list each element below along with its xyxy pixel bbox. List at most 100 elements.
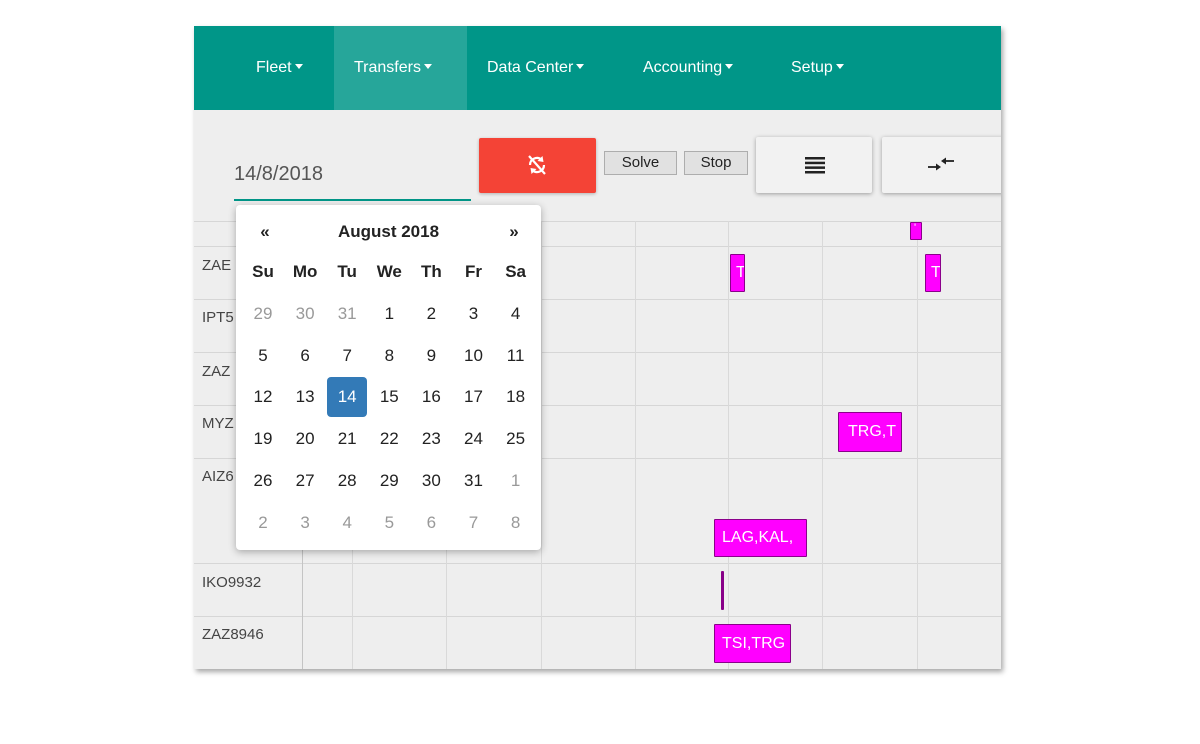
collapse-button[interactable] <box>882 137 1001 193</box>
day-cell-selected[interactable]: 14 <box>327 377 368 418</box>
time-gridline <box>635 221 636 669</box>
day-cell[interactable]: 3 <box>454 294 494 334</box>
day-cell[interactable]: 27 <box>285 461 325 501</box>
time-gridline <box>728 221 729 669</box>
time-gridline <box>541 221 542 669</box>
day-cell[interactable]: 7 <box>454 503 494 543</box>
row-label: AIZ6 <box>202 468 234 485</box>
nav-setup-label: Setup <box>791 59 833 76</box>
transfer-block[interactable]: LAG,KAL, <box>714 519 807 557</box>
day-cell[interactable]: 21 <box>327 419 367 459</box>
row-label: IKO9932 <box>202 574 262 591</box>
weekday-header: Mo <box>292 262 318 281</box>
solve-button[interactable]: Solve <box>604 151 677 175</box>
list-icon <box>805 157 825 174</box>
nav-fleet-label: Fleet <box>256 59 292 76</box>
transfer-block[interactable]: TRG,T <box>838 412 902 452</box>
day-cell[interactable]: 31 <box>327 294 367 334</box>
caret-down-icon <box>725 64 734 70</box>
nav-transfers[interactable]: Transfers <box>334 26 467 110</box>
nav-accounting[interactable]: Accounting <box>643 26 734 110</box>
weekday-header: Tu <box>337 262 357 281</box>
top-navbar: Fleet Transfers Data Center Accounting S… <box>194 26 1001 110</box>
day-cell[interactable]: 5 <box>369 503 409 543</box>
day-cell[interactable]: 30 <box>285 294 325 334</box>
transfer-block[interactable]: T <box>925 254 941 292</box>
day-cell[interactable]: 30 <box>411 461 451 501</box>
weekday-header: We <box>376 262 402 281</box>
row-label: IPT5 <box>202 309 234 326</box>
day-cell[interactable]: 16 <box>411 377 451 417</box>
time-gridline <box>822 221 823 669</box>
row-label: MYZ <box>202 415 234 432</box>
day-cell[interactable]: 22 <box>369 419 409 459</box>
nav-accounting-label: Accounting <box>643 59 723 76</box>
nav-transfers-label: Transfers <box>354 59 421 76</box>
day-cell[interactable]: 5 <box>243 336 283 376</box>
nav-setup[interactable]: Setup <box>791 26 844 110</box>
transfer-block[interactable]: T <box>730 254 745 292</box>
datepicker-month-title[interactable]: August 2018 <box>296 217 481 247</box>
stop-button[interactable]: Stop <box>684 151 748 175</box>
day-cell[interactable]: 19 <box>243 419 283 459</box>
transfer-marker[interactable] <box>721 571 724 610</box>
date-input-underline <box>234 199 471 201</box>
day-cell[interactable]: 7 <box>327 336 367 376</box>
row-label: ZAZ <box>202 363 231 380</box>
weekday-header: Fr <box>465 262 482 281</box>
list-view-button[interactable] <box>756 137 872 193</box>
datepicker-next-button[interactable]: » <box>499 217 529 247</box>
day-cell[interactable]: 2 <box>243 503 283 543</box>
day-cell[interactable]: 10 <box>454 336 494 376</box>
day-cell[interactable]: 28 <box>327 461 367 501</box>
row-label: ZAE <box>202 257 232 274</box>
nav-fleet[interactable]: Fleet <box>256 26 303 110</box>
day-cell[interactable]: 20 <box>285 419 325 459</box>
transfer-block[interactable]: ' <box>910 222 922 240</box>
day-cell[interactable]: 17 <box>454 377 494 417</box>
caret-down-icon <box>423 64 432 70</box>
day-cell[interactable]: 8 <box>369 336 409 376</box>
datepicker-prev-button[interactable]: « <box>250 217 280 247</box>
transfer-block[interactable]: TSI,TRG <box>714 624 791 663</box>
day-cell[interactable]: 25 <box>496 419 536 459</box>
day-cell[interactable]: 24 <box>454 419 494 459</box>
day-cell[interactable]: 31 <box>454 461 494 501</box>
day-cell[interactable]: 11 <box>496 336 536 376</box>
refresh-button[interactable] <box>479 138 596 193</box>
day-cell[interactable]: 4 <box>327 503 367 543</box>
day-cell[interactable]: 26 <box>243 461 283 501</box>
day-cell[interactable]: 12 <box>243 377 283 417</box>
day-cell[interactable]: 1 <box>369 294 409 334</box>
time-gridline <box>917 221 918 669</box>
day-cell[interactable]: 2 <box>411 294 451 334</box>
day-cell[interactable]: 9 <box>411 336 451 376</box>
day-cell[interactable]: 6 <box>285 336 325 376</box>
day-cell[interactable]: 3 <box>285 503 325 543</box>
weekday-header: Sa <box>505 262 526 281</box>
weekday-header: Th <box>421 262 442 281</box>
day-cell[interactable]: 1 <box>496 461 536 501</box>
table-row: IKO9932 <box>194 563 1001 617</box>
weekday-header: Su <box>252 262 274 281</box>
compress-arrows-icon <box>928 157 954 171</box>
caret-down-icon <box>576 64 585 70</box>
day-cell[interactable]: 29 <box>369 461 409 501</box>
datepicker-popup: « August 2018 » Su Mo Tu We Th Fr Sa 29 30 31 1 2 3 4… <box>236 205 541 550</box>
day-cell[interactable]: 6 <box>411 503 451 543</box>
day-cell[interactable]: 23 <box>411 419 451 459</box>
day-cell[interactable]: 4 <box>496 294 536 334</box>
day-cell[interactable]: 18 <box>496 377 536 417</box>
sync-disabled-icon <box>528 155 546 175</box>
nav-data-center-label: Data Center <box>487 59 574 76</box>
day-cell[interactable]: 29 <box>243 294 283 334</box>
nav-data-center[interactable]: Data Center <box>487 26 585 110</box>
caret-down-icon <box>835 64 844 70</box>
day-cell[interactable]: 13 <box>285 377 325 417</box>
table-row: ZAZ8946 <box>194 616 1001 669</box>
day-cell[interactable]: 15 <box>369 377 409 417</box>
day-cell[interactable]: 8 <box>496 503 536 543</box>
date-input[interactable]: 14/8/2018 <box>234 163 323 186</box>
row-label: ZAZ8946 <box>202 626 264 643</box>
caret-down-icon <box>294 64 303 70</box>
